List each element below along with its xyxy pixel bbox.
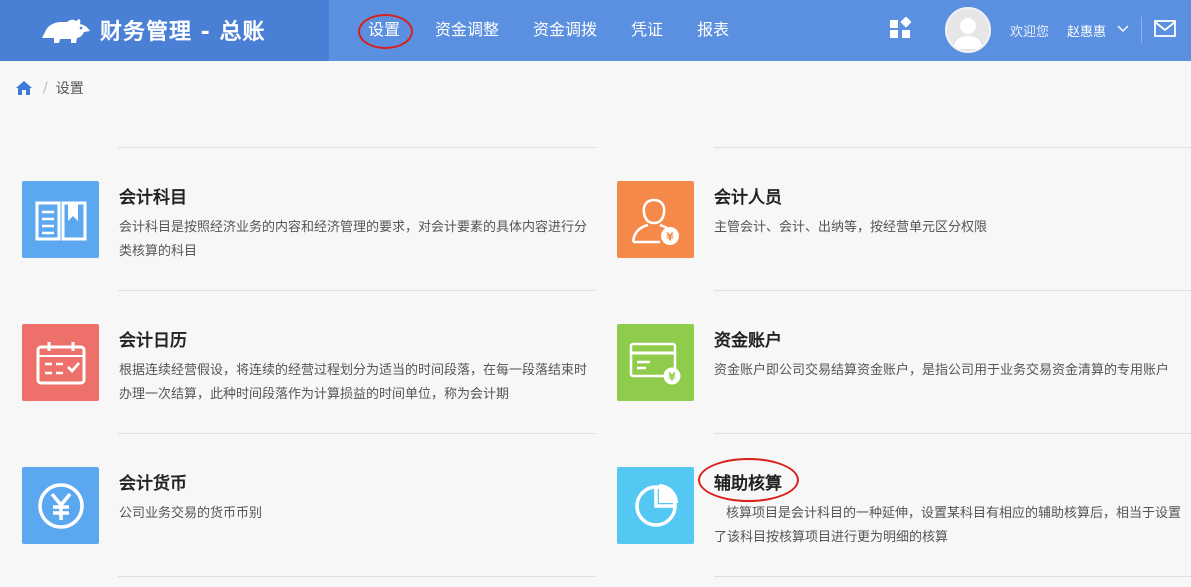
bank-card-icon: ¥	[629, 342, 680, 384]
user-silhouette-icon	[953, 18, 983, 49]
card-accountants[interactable]: ¥ 会计人员 主管会计、会计、出纳等，按经营单元区分权限	[617, 181, 1191, 301]
calendar-icon	[36, 341, 85, 384]
card-accounting-calendar[interactable]: 会计日历 根据连续经营假设，将连续的经营过程划分为适当的时间段落，在每一段落结束…	[22, 324, 602, 444]
yen-icon	[37, 482, 84, 529]
nav-settings[interactable]: 设置	[350, 0, 418, 61]
book-icon	[35, 201, 86, 240]
nav-reports[interactable]: 报表	[680, 0, 746, 61]
top-navigation-bar: 财务管理 - 总账 设置 资金调整 资金调拨 凭证 报表 欢迎您 赵惠惠	[0, 0, 1191, 61]
card-description: 公司业务交易的货币币别	[119, 506, 263, 521]
nav-fund-adjustment[interactable]: 资金调整	[418, 0, 516, 61]
nav-voucher[interactable]: 凭证	[614, 0, 680, 61]
brand[interactable]: 财务管理 - 总账	[0, 0, 329, 61]
main-nav: 设置 资金调整 资金调拨 凭证 报表	[350, 0, 746, 61]
breadcrumb-current: 设置	[55, 81, 84, 97]
breadcrumb-separator: /	[43, 80, 48, 96]
card-description: 会计科目是按照经济业务的内容和经济管理的要求，对会计要素的具体内容进行分类核算的…	[119, 220, 588, 259]
pie-chart-icon	[634, 483, 678, 527]
accountant-icon: ¥	[631, 198, 679, 245]
nav-fund-transfer[interactable]: 资金调拨	[516, 0, 614, 61]
card-fund-accounts[interactable]: ¥ 资金账户 资金账户即公司交易结算资金账户，是指公司用于业务交易资金清算的专用…	[617, 324, 1191, 444]
card-title[interactable]: 资金账户	[714, 326, 782, 351]
card-title[interactable]: 会计人员	[714, 183, 782, 208]
mail-icon[interactable]	[1153, 18, 1177, 40]
annotation-circle	[698, 458, 799, 502]
app-title: 财务管理 - 总账	[100, 20, 266, 45]
card-icon-tile[interactable]	[22, 181, 99, 258]
breadcrumb: / 设置	[15, 78, 84, 98]
card-icon-tile[interactable]	[617, 467, 694, 544]
card-title[interactable]: 会计日历	[119, 326, 187, 351]
svg-text:¥: ¥	[666, 230, 674, 243]
card-description: 主管会计、会计、出纳等，按经营单元区分权限	[714, 220, 988, 235]
home-icon[interactable]	[15, 80, 33, 96]
welcome-text: 欢迎您	[1010, 25, 1050, 40]
chevron-down-icon[interactable]	[1116, 22, 1130, 36]
card-title[interactable]: 会计科目	[119, 183, 187, 208]
card-description: 核算项目是会计科目的一种延伸，设置某科目有相应的辅助核算后，相当于设置了该科目按…	[714, 506, 1182, 545]
user-avatar[interactable]	[945, 7, 991, 53]
card-description: 根据连续经营假设，将连续的经营过程划分为适当的时间段落，在每一段落结束时办理一次…	[119, 363, 588, 402]
username[interactable]: 赵惠惠	[1067, 21, 1106, 40]
divider	[714, 147, 1191, 148]
svg-text:¥: ¥	[668, 370, 676, 383]
card-title[interactable]: 会计货币	[119, 469, 187, 494]
card-icon-tile[interactable]: ¥	[617, 181, 694, 258]
card-accounting-subjects[interactable]: 会计科目 会计科目是按照经济业务的内容和经济管理的要求，对会计要素的具体内容进行…	[22, 181, 602, 301]
apps-grid-icon[interactable]	[889, 17, 911, 39]
card-icon-tile[interactable]	[22, 467, 99, 544]
card-accounting-currency[interactable]: 会计货币 公司业务交易的货币币别	[22, 467, 602, 587]
card-icon-tile[interactable]	[22, 324, 99, 401]
header-divider	[1141, 17, 1142, 43]
card-description: 资金账户即公司交易结算资金账户，是指公司用于业务交易资金清算的专用账户	[714, 363, 1170, 378]
divider	[118, 147, 596, 148]
card-icon-tile[interactable]: ¥	[617, 324, 694, 401]
rhino-logo-icon	[42, 19, 90, 43]
